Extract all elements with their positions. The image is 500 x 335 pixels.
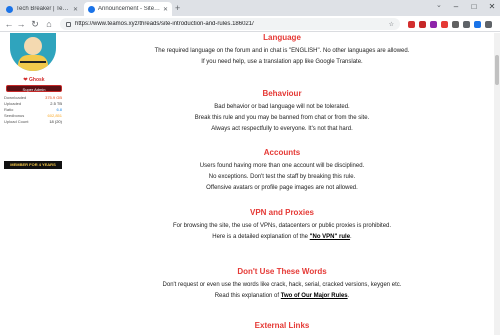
rule-link[interactable]: Two of Our Major Rules [281, 293, 348, 299]
body-line: No exceptions. Don't test the staff by b… [70, 172, 494, 183]
section-heading: Don't Use These Words [237, 267, 327, 276]
close-window-button[interactable]: ✕ [484, 0, 500, 14]
browser-toolbar: ← → ↻ ⌂ https://www.teamos.xyz/threads/s… [0, 16, 500, 32]
body-line: The required language on the forum and i… [70, 46, 494, 57]
section-heading: Language [263, 33, 301, 42]
section-heading: Accounts [263, 148, 301, 157]
back-button[interactable]: ← [4, 16, 14, 32]
section-heading: Behaviour [262, 89, 302, 98]
section-body: Bad behavior or bad language will not be… [70, 102, 494, 135]
body-line: Break this rule and you may be banned fr… [70, 113, 494, 124]
extension-icon[interactable] [452, 21, 459, 28]
bookmark-star-icon[interactable]: ☆ [389, 21, 394, 28]
body-line: Read this explanation of Two of Our Majo… [70, 291, 494, 302]
tab-search-button[interactable]: ⌄ [436, 1, 442, 9]
tab-favicon-icon [6, 5, 13, 13]
body-text: Don't request or even use the words like… [162, 282, 402, 288]
body-text: . [347, 293, 350, 299]
rule-link[interactable]: "No VPN" rule [310, 234, 350, 240]
body-line: For browsing the site, the use of VPNs, … [70, 221, 494, 232]
maximize-button[interactable]: □ [466, 0, 482, 14]
body-text: The required language on the forum and i… [154, 48, 410, 54]
section-heading: VPN and Proxies [249, 208, 315, 217]
section-heading: External Links [254, 321, 310, 330]
reload-button[interactable]: ↻ [30, 16, 40, 32]
section-body: Don't request or even use the words like… [70, 280, 494, 302]
minimize-button[interactable]: – [448, 0, 464, 14]
body-line: Offensive avatars or profile page images… [70, 183, 494, 194]
extension-icon[interactable] [441, 21, 448, 28]
body-text: Break this rule and you may be banned fr… [194, 115, 370, 121]
tab-inactive[interactable]: Tech Breaker | Teamos OS - Your Ul...✕ [2, 2, 82, 16]
body-text: If you need help, use a translation app … [201, 59, 363, 65]
body-line: Bad behavior or bad language will not be… [70, 102, 494, 113]
tab-active[interactable]: Announcement - Site Introductio...✕ [84, 2, 172, 16]
rank-badge: Super Admin [6, 85, 62, 92]
stat-label: Upload Count [4, 119, 29, 124]
body-text: Always act respectfully to everyone. It'… [211, 126, 353, 132]
member-duration-badge: MEMBER FOR 4 YEARS [4, 161, 62, 169]
body-text: Offensive avatars or profile page images… [206, 185, 358, 191]
body-line: Don't request or even use the words like… [70, 280, 494, 291]
scrollbar[interactable] [494, 33, 500, 335]
browser-window: Tech Breaker | Teamos OS - Your Ul...✕An… [0, 0, 500, 335]
stat-value: 18 (20) [49, 119, 62, 124]
tab-title: Tech Breaker | Teamos OS - Your Ul... [16, 6, 71, 12]
section-body: For browsing the site, the use of VPNs, … [70, 221, 494, 243]
avatar-shirt [18, 55, 48, 71]
home-button[interactable]: ⌂ [44, 16, 54, 32]
tab-strip: Tech Breaker | Teamos OS - Your Ul...✕An… [0, 0, 500, 16]
extension-icon[interactable] [485, 21, 492, 28]
avatar-zigzag [20, 61, 46, 63]
body-text: Here is a detailed explanation of the [212, 234, 310, 240]
new-tab-button[interactable]: + [175, 2, 180, 14]
tab-favicon-icon [88, 5, 95, 13]
username[interactable]: ❤ Ghosk [0, 77, 68, 83]
tab-close-icon[interactable]: ✕ [73, 6, 78, 13]
lock-icon [66, 21, 71, 27]
section-body: Users found having more than one account… [70, 161, 494, 194]
user-avatar[interactable] [10, 33, 56, 71]
page-viewport: ❤ Ghosk Super Admin Downloaded 375.9 GB Up… [0, 33, 500, 335]
body-text: No exceptions. Don't test the staff by b… [208, 174, 356, 180]
stat-row: Upload Count 18 (20) [4, 119, 62, 125]
body-line: Always act respectfully to everyone. It'… [70, 124, 494, 135]
body-text: Read this explanation of [214, 293, 281, 299]
tab-close-icon[interactable]: ✕ [163, 6, 168, 13]
body-text: For browsing the site, the use of VPNs, … [172, 223, 392, 229]
extension-icon[interactable] [474, 21, 481, 28]
extension-icon[interactable] [419, 21, 426, 28]
tab-title: Announcement - Site Introductio... [98, 6, 161, 12]
rules-content: Language The required language on the for… [70, 33, 494, 335]
scrollbar-thumb[interactable] [495, 55, 499, 85]
body-line: If you need help, use a translation app … [70, 57, 494, 68]
user-stats: Downloaded 375.9 GB Uploaded 2.5 TB Ratio 6.8… [4, 95, 62, 125]
extension-icon[interactable] [408, 21, 415, 28]
extension-icon[interactable] [430, 21, 437, 28]
address-bar-url: https://www.teamos.xyz/threads/site-intr… [75, 21, 254, 27]
body-line: Users found having more than one account… [70, 161, 494, 172]
address-bar[interactable]: https://www.teamos.xyz/threads/site-intr… [60, 18, 400, 30]
body-text: Users found having more than one account… [199, 163, 365, 169]
avatar-head [24, 37, 42, 55]
forward-button[interactable]: → [16, 16, 26, 32]
body-line: Here is a detailed explanation of the "N… [70, 232, 494, 243]
extension-icon[interactable] [463, 21, 470, 28]
section-body: The required language on the forum and i… [70, 46, 494, 68]
user-sidebar: ❤ Ghosk Super Admin Downloaded 375.9 GB Up… [0, 33, 68, 335]
body-text: . [350, 234, 352, 240]
body-text: Bad behavior or bad language will not be… [214, 104, 350, 110]
